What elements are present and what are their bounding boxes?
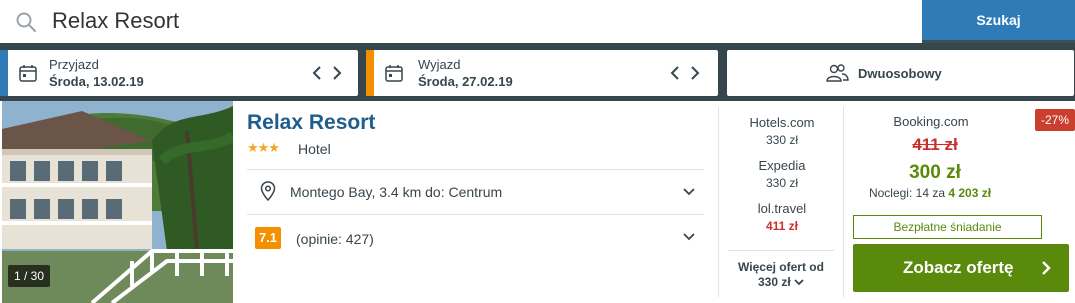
search-bar: Relax Resort Szukaj	[0, 0, 1075, 43]
map-pin-icon	[260, 181, 276, 201]
divider	[728, 250, 834, 251]
best-price: 300 zł	[909, 162, 961, 183]
star-rating: ★★★	[247, 140, 280, 155]
checkout-label: Wyjazd	[418, 57, 461, 72]
checkin-label: Przyjazd	[49, 57, 99, 72]
offer-item[interactable]: Hotels.com 330 zł	[722, 115, 842, 147]
chevron-down-icon	[794, 279, 804, 286]
free-breakfast-badge: Bezpłatne śniadanie	[853, 215, 1042, 239]
hotel-result-card: 1 / 30 Relax Resort ★★★ Hotel Montego Ba…	[0, 101, 1075, 303]
checkin-accent-stripe	[0, 50, 8, 96]
rating-badge: 7.1	[255, 227, 281, 249]
checkin-date-picker[interactable]: Przyjazd Środa, 13.02.19	[0, 50, 358, 96]
nights-prefix: Noclegi: 14 za	[868, 186, 945, 200]
offer-item[interactable]: lol.travel 411 zł	[722, 201, 842, 233]
best-deal-provider: Booking.com	[893, 114, 969, 129]
checkout-value: Środa, 27.02.19	[418, 74, 513, 89]
divider	[843, 107, 844, 297]
chevron-down-icon[interactable]	[683, 233, 695, 241]
checkin-value: Środa, 13.02.19	[49, 74, 144, 89]
chevron-down-icon[interactable]	[683, 188, 695, 196]
more-offers-button[interactable]: Więcej ofert od 330 zł	[728, 260, 834, 290]
offer-provider: Expedia	[758, 158, 806, 173]
room-type-label: Dwuosobowy	[858, 66, 942, 81]
checkout-date-picker[interactable]: Wyjazd Środa, 27.02.19	[366, 50, 718, 96]
divider	[718, 107, 719, 297]
divider	[247, 169, 704, 170]
review-count: (opinie: 427)	[296, 231, 374, 247]
more-offers-price: 330 zł	[757, 275, 791, 289]
calendar-icon	[19, 65, 37, 82]
people-icon	[826, 64, 849, 82]
search-icon	[16, 12, 36, 32]
hotel-location: Montego Bay, 3.4 km do: Centrum	[290, 184, 503, 200]
old-price: 411 zł	[912, 135, 958, 154]
checkout-accent-stripe	[366, 50, 374, 96]
view-offer-button[interactable]: Zobacz ofertę	[853, 244, 1069, 292]
offer-price: 330 zł	[765, 133, 799, 147]
nights-total: 4 203 zł	[948, 186, 992, 200]
chevron-right-icon[interactable]	[688, 64, 702, 82]
offer-price: 330 zł	[765, 176, 799, 190]
hotel-photo[interactable]: 1 / 30	[2, 101, 233, 303]
nights-summary: Noclegi: 14 za 4 203 zł	[860, 186, 1000, 200]
room-type-selector[interactable]: Dwuosobowy	[727, 50, 1074, 96]
chevron-left-icon[interactable]	[310, 64, 324, 82]
more-offers-label: Więcej ofert od	[738, 260, 824, 274]
calendar-icon	[385, 65, 403, 82]
view-offer-label: Zobacz ofertę	[903, 258, 1014, 277]
chevron-right-icon	[1042, 261, 1051, 275]
hotel-type: Hotel	[298, 141, 331, 157]
photo-counter: 1 / 30	[8, 265, 50, 287]
search-button[interactable]: Szukaj	[922, 0, 1075, 43]
chevron-left-icon[interactable]	[668, 64, 682, 82]
chevron-right-icon[interactable]	[330, 64, 344, 82]
discount-badge: -27%	[1035, 109, 1075, 131]
divider	[247, 214, 704, 215]
search-input[interactable]: Relax Resort	[52, 5, 179, 37]
hotel-name[interactable]: Relax Resort	[247, 111, 375, 135]
offer-provider: lol.travel	[757, 201, 807, 216]
offer-price: 411 zł	[765, 219, 799, 233]
offer-item[interactable]: Expedia 330 zł	[722, 158, 842, 190]
offer-provider: Hotels.com	[749, 115, 815, 130]
